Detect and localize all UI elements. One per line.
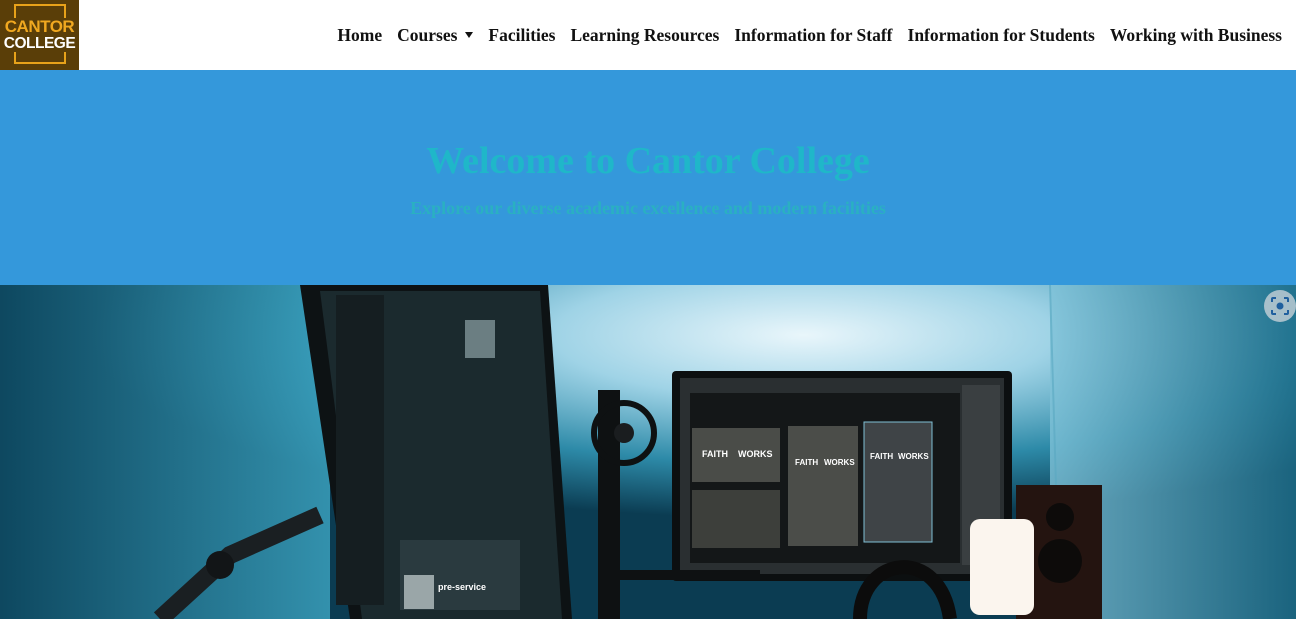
- main-nav: Home Courses Facilities Learning Resourc…: [337, 0, 1282, 70]
- logo-line-1: CANTOR: [2, 17, 77, 36]
- nav-facilities[interactable]: Facilities: [488, 25, 555, 46]
- desk-setup-illustration: pre-service FAITH WORKS FAITH WORKS FAIT…: [0, 285, 1296, 619]
- nav-learning-resources[interactable]: Learning Resources: [570, 25, 719, 46]
- site-header: CANTOR COLLEGE Home Courses Facilities L…: [0, 0, 1296, 70]
- college-logo[interactable]: CANTOR COLLEGE: [0, 0, 79, 70]
- nav-working-with-business[interactable]: Working with Business: [1110, 25, 1282, 46]
- lens-icon: [1271, 297, 1289, 315]
- nav-courses[interactable]: Courses: [397, 24, 474, 46]
- right-monitor: FAITH WORKS FAITH WORKS FAITH WORKS: [672, 371, 1012, 581]
- logo-line-2: COLLEGE: [2, 35, 77, 52]
- poster-3-text-a: FAITH: [870, 452, 893, 461]
- hero-subtitle: Explore our diverse academic excellence …: [410, 198, 886, 218]
- facilities-photo: pre-service FAITH WORKS FAITH WORKS FAIT…: [0, 285, 1296, 619]
- caret-down-icon: [465, 32, 474, 38]
- svg-text:pre-service: pre-service: [438, 582, 486, 592]
- poster-1-text-b: WORKS: [738, 449, 773, 459]
- poster-2-text-b: WORKS: [824, 458, 855, 467]
- nav-information-for-staff[interactable]: Information for Staff: [734, 25, 892, 46]
- hero-banner: Welcome to Cantor College Explore our di…: [0, 70, 1296, 285]
- poster-2-text-a: FAITH: [795, 458, 818, 467]
- nav-courses-label: Courses: [397, 24, 458, 45]
- hero-title: Welcome to Cantor College: [426, 140, 870, 182]
- poster-1-text-a: FAITH: [702, 449, 728, 459]
- left-monitor: pre-service: [300, 285, 572, 619]
- logo-wordmark: CANTOR COLLEGE: [2, 17, 77, 52]
- poster-3-text-b: WORKS: [898, 452, 929, 461]
- nav-information-for-students[interactable]: Information for Students: [908, 25, 1095, 46]
- nav-home[interactable]: Home: [337, 25, 382, 46]
- visual-search-button[interactable]: [1264, 290, 1296, 322]
